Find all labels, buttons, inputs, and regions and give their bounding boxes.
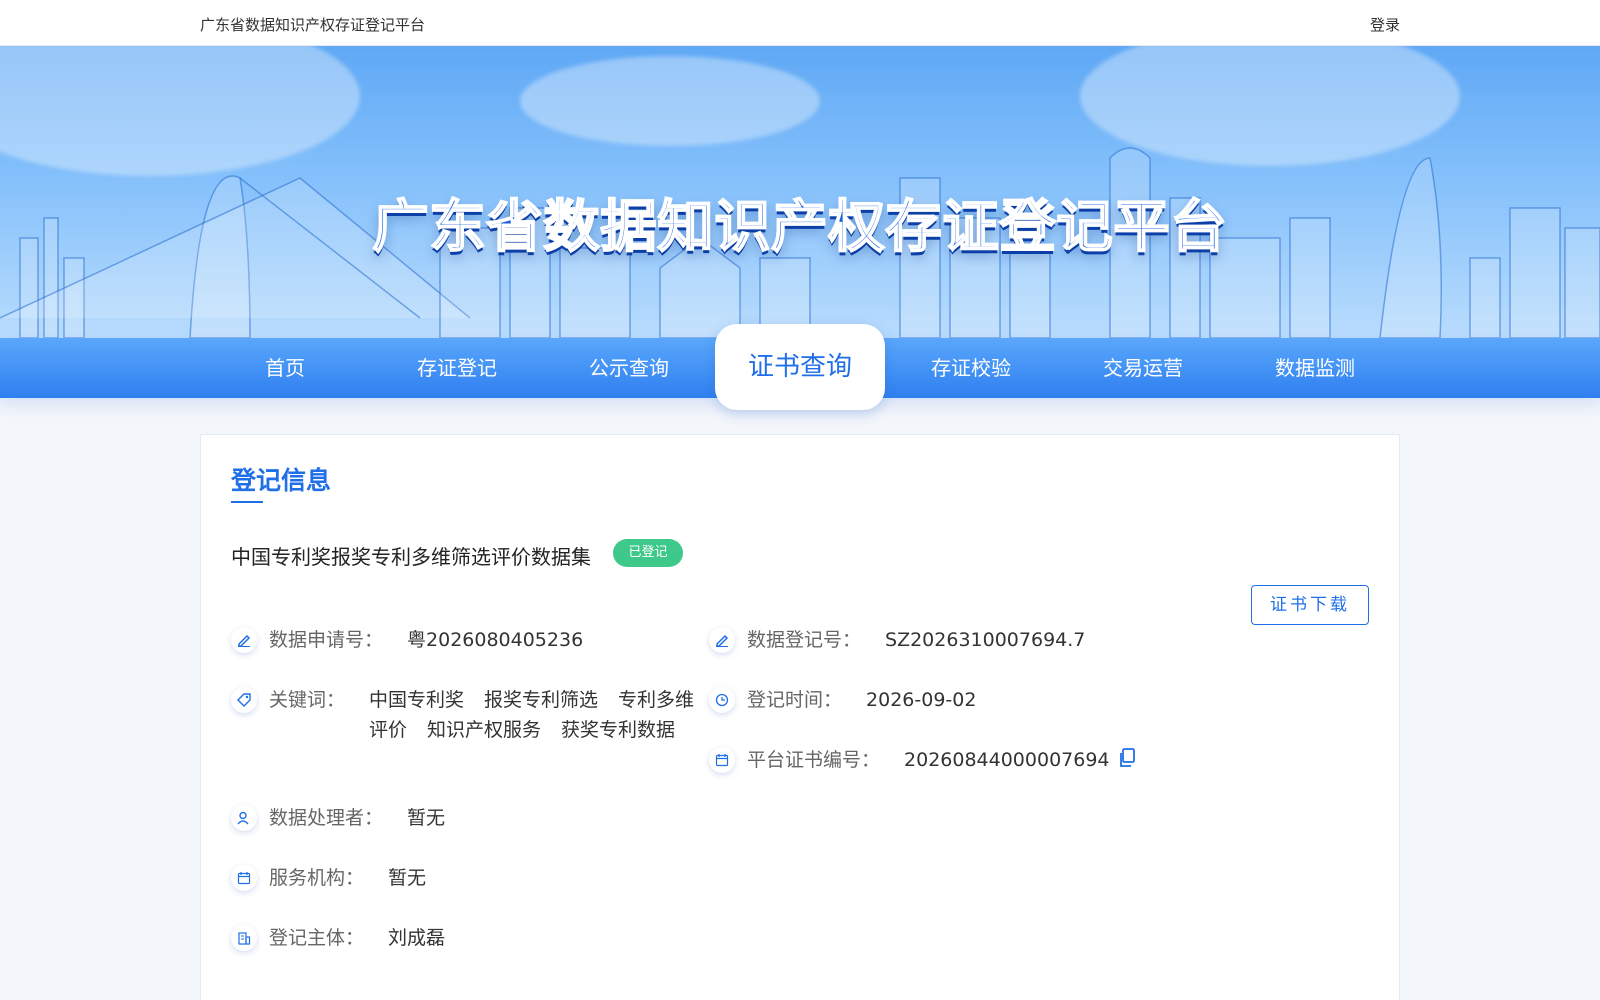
certificate-download-button[interactable]: 证书下载 (1251, 585, 1369, 625)
field-application-no: 数据申请号： 粤2026080405236 (231, 625, 583, 655)
field-certificate-no: 平台证书编号： 20260844000007694 (709, 745, 1136, 777)
keyword-list: 中国专利奖 报奖专利筛选 专利多维评价 知识产权服务 获奖专利数据 (369, 685, 699, 745)
top-bar: 广东省数据知识产权存证登记平台 登录 (0, 0, 1600, 46)
login-link[interactable]: 登录 (1370, 14, 1400, 35)
nav-item-trade-operation[interactable]: 交易运营 (1058, 338, 1228, 398)
field-value: 暂无 (407, 807, 446, 829)
user-icon (231, 805, 257, 831)
nav-item-data-monitoring[interactable]: 数据监测 (1230, 338, 1400, 398)
site-name: 广东省数据知识产权存证登记平台 (200, 16, 426, 34)
nav-item-deposit-verification[interactable]: 存证校验 (886, 338, 1056, 398)
keyword-item: 中国专利奖 (369, 689, 465, 711)
copy-icon[interactable] (1118, 747, 1136, 777)
field-value: 暂无 (388, 867, 427, 889)
field-value: 刘成磊 (388, 927, 446, 949)
field-label: 登记时间： (747, 689, 843, 711)
field-registration-no: 数据登记号： SZ2026310007694.7 (709, 625, 1085, 655)
field-value: 20260844000007694 (904, 749, 1110, 771)
tag-icon (231, 687, 257, 713)
field-service-agency: 服务机构： 暂无 (231, 863, 426, 893)
field-registrant: 登记主体： 刘成磊 (231, 923, 445, 953)
field-label: 服务机构： (269, 867, 365, 889)
field-processor: 数据处理者： 暂无 (231, 803, 445, 833)
building-icon (231, 925, 257, 951)
field-label: 数据申请号： (269, 629, 384, 651)
calendar-icon (231, 865, 257, 891)
registration-info-card: 登记信息 中国专利奖报奖专利多维筛选评价数据集 已登记 证书下载 数据申请号： … (200, 434, 1400, 1000)
status-badge: 已登记 (613, 539, 683, 567)
field-value: 2026-09-02 (866, 689, 977, 711)
field-registration-time: 登记时间： 2026-09-02 (709, 685, 976, 715)
banner-title: 广东省数据知识产权存证登记平台 (372, 194, 1228, 261)
field-value: 粤2026080405236 (407, 629, 584, 651)
field-label: 关键词： (269, 689, 346, 711)
dataset-name: 中国专利奖报奖专利多维筛选评价数据集 (231, 545, 591, 569)
keyword-item: 报奖专利筛选 (484, 689, 599, 711)
field-label: 数据登记号： (747, 629, 862, 651)
field-label: 数据处理者： (269, 807, 384, 829)
section-title: 登记信息 (231, 466, 332, 495)
nav-item-deposit-registration[interactable]: 存证登记 (372, 338, 542, 398)
calendar-icon (709, 747, 735, 773)
main-nav: 首页 存证登记 公示查询 证书查询 存证校验 交易运营 数据监测 (0, 324, 1600, 410)
field-label: 平台证书编号： (747, 749, 881, 771)
section-title-underline (231, 501, 263, 503)
field-keywords: 关键词： 中国专利奖 报奖专利筛选 专利多维评价 知识产权服务 获奖专利数据 (231, 685, 699, 745)
field-value: SZ2026310007694.7 (885, 629, 1086, 651)
hero-banner: 广东省数据知识产权存证登记平台 (0, 46, 1600, 338)
edit-icon (231, 627, 257, 653)
nav-item-home[interactable]: 首页 (200, 338, 370, 398)
field-label: 登记主体： (269, 927, 365, 949)
keyword-item: 知识产权服务 (427, 719, 542, 741)
nav-item-public-query[interactable]: 公示查询 (544, 338, 714, 398)
nav-item-certificate-query[interactable]: 证书查询 (715, 324, 885, 410)
edit-icon (709, 627, 735, 653)
keyword-item: 获奖专利数据 (561, 719, 676, 741)
clock-icon (709, 687, 735, 713)
